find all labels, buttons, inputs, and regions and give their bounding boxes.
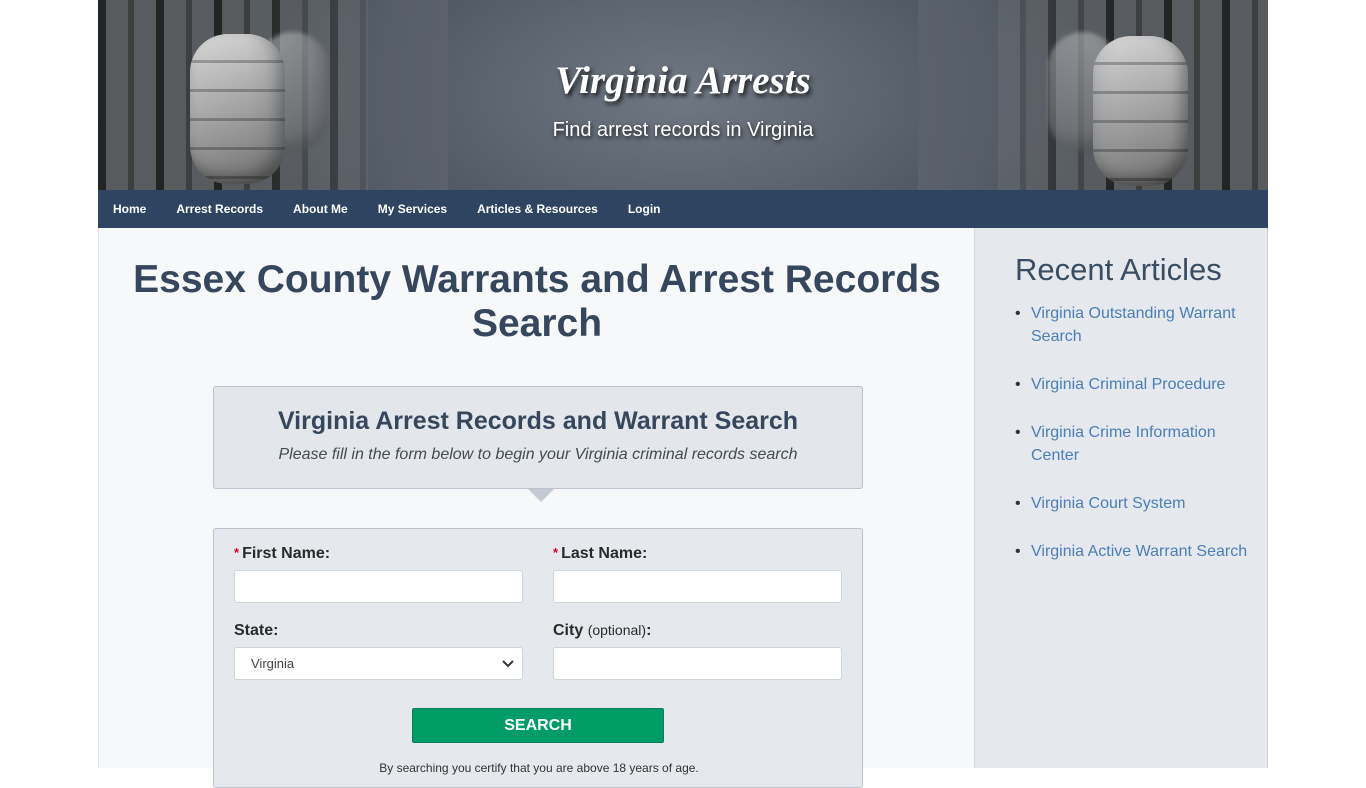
required-marker: * (234, 545, 240, 560)
search-form: * First Name: * Last Name: State: Virginia… (213, 528, 863, 788)
article-link[interactable]: Virginia Active Warrant Search (1015, 540, 1256, 563)
article-link[interactable]: Virginia Criminal Procedure (1015, 373, 1256, 396)
nav-about-me[interactable]: About Me (293, 202, 348, 216)
search-callout: Virginia Arrest Records and Warrant Sear… (213, 386, 863, 502)
state-label: State: (234, 622, 279, 639)
article-link[interactable]: Virginia Crime Information Center (1015, 421, 1256, 467)
state-field-group: State: Virginia (234, 622, 523, 680)
article-link[interactable]: Virginia Outstanding Warrant Search (1015, 302, 1256, 348)
city-label: City (553, 622, 584, 639)
nav-arrest-records[interactable]: Arrest Records (176, 202, 263, 216)
first-name-field-group: * First Name: (234, 545, 523, 603)
age-certification-text: By searching you certify that you are ab… (379, 761, 699, 775)
nav-articles-resources[interactable]: Articles & Resources (477, 202, 598, 216)
search-button[interactable]: SEARCH (412, 708, 664, 743)
city-optional-note: (optional) (587, 622, 647, 638)
site-title[interactable]: Virginia Arrests (98, 58, 1268, 103)
chevron-down-icon (502, 659, 514, 667)
site-tagline: Find arrest records in Virginia (552, 119, 814, 141)
nav-my-services[interactable]: My Services (378, 202, 447, 216)
main-nav: Home Arrest Records About Me My Services… (98, 190, 1268, 228)
header-banner: Virginia Arrests Find arrest records in … (98, 0, 1268, 190)
first-name-label: First Name: (242, 545, 331, 562)
last-name-label: Last Name: (561, 545, 648, 562)
nav-login[interactable]: Login (628, 202, 661, 216)
city-input[interactable] (553, 647, 842, 680)
city-field-group: City (optional): (553, 622, 842, 680)
nav-home[interactable]: Home (113, 202, 146, 216)
required-marker: * (553, 545, 559, 560)
state-selected-value: Virginia (251, 656, 295, 671)
page: Virginia Arrests Find arrest records in … (98, 0, 1268, 788)
recent-articles-title: Recent Articles (1015, 252, 1222, 287)
state-select[interactable]: Virginia (234, 647, 523, 680)
last-name-field-group: * Last Name: (553, 545, 842, 603)
callout-subtitle: Please fill in the form below to begin y… (278, 446, 798, 463)
recent-articles-list: Virginia Outstanding Warrant Search Virg… (1015, 302, 1256, 588)
callout-title: Virginia Arrest Records and Warrant Sear… (277, 407, 799, 435)
last-name-input[interactable] (553, 570, 842, 603)
callout-arrow-icon (528, 489, 554, 502)
article-link[interactable]: Virginia Court System (1015, 492, 1256, 515)
page-title: Essex County Warrants and Arrest Records… (133, 258, 941, 345)
sidebar: Recent Articles Virginia Outstanding War… (974, 228, 1268, 768)
main-content: Essex County Warrants and Arrest Records… (98, 228, 974, 788)
first-name-input[interactable] (234, 570, 523, 603)
